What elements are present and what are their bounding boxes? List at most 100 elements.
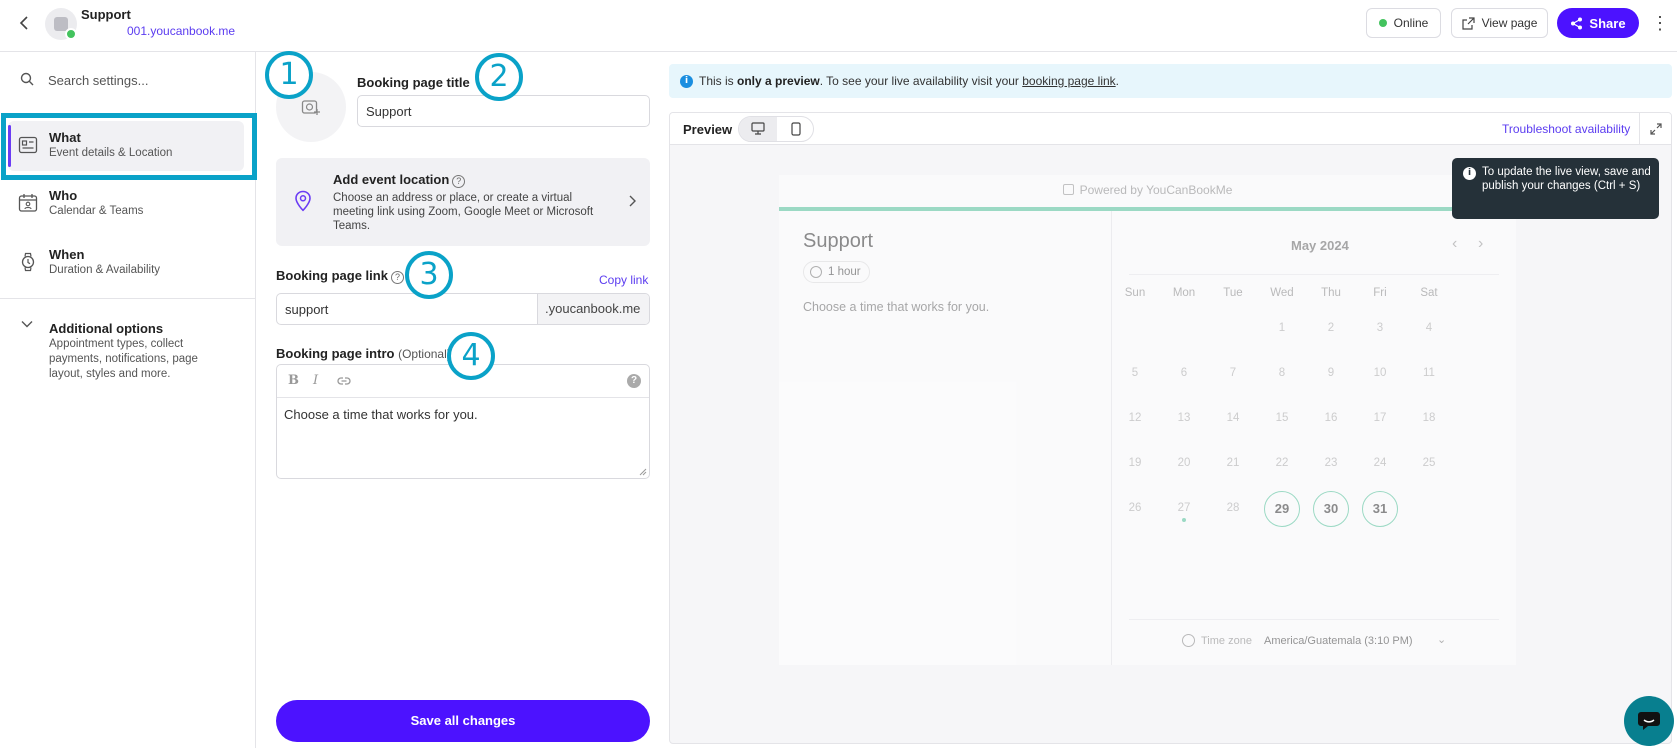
- today-indicator: [1182, 518, 1186, 522]
- calendar-day: 18: [1422, 412, 1436, 424]
- help-icon[interactable]: ?: [452, 175, 466, 188]
- subdomain-link[interactable]: 001.youcanbook.me: [127, 24, 235, 38]
- booking-page-preview: Powered by YouCanBookMe Support 1 hour C…: [779, 175, 1516, 665]
- expand-preview-button[interactable]: [1639, 113, 1671, 145]
- calendar-day: 2: [1327, 322, 1335, 334]
- view-page-button[interactable]: View page: [1451, 8, 1548, 38]
- next-month-icon[interactable]: ›: [1478, 235, 1483, 253]
- sidebar-item-label: What: [49, 130, 81, 145]
- info-icon: i: [680, 75, 693, 88]
- calendar-day: 26: [1128, 502, 1142, 514]
- calendar-day: 10: [1373, 367, 1387, 379]
- card-divider: [1111, 211, 1112, 665]
- callout-3: 3: [405, 251, 453, 299]
- intro-editor: B I ? Choose a time that works for you.: [276, 364, 650, 479]
- timezone-select[interactable]: America/Guatemala (3:10 PM): [1264, 635, 1413, 647]
- save-all-changes-button[interactable]: Save all changes: [276, 700, 650, 742]
- calendar-day: 27: [1177, 502, 1191, 514]
- timezone-label: Time zone: [1201, 635, 1252, 647]
- booking-link-field: .youcanbook.me: [276, 293, 650, 325]
- view-page-label: View page: [1481, 16, 1538, 30]
- chevron-right-icon: [629, 195, 636, 207]
- device-toggle: [738, 116, 814, 142]
- banner-text: This is only a preview. To see your live…: [699, 74, 1119, 88]
- sidebar-item-label: Who: [49, 188, 78, 203]
- mobile-icon: [791, 122, 801, 136]
- help-icon[interactable]: ?: [390, 271, 404, 284]
- preview-label: Preview: [683, 122, 733, 137]
- calendar-day: 21: [1226, 457, 1240, 469]
- watch-icon: [21, 252, 35, 272]
- chat-support-button[interactable]: [1624, 696, 1674, 746]
- preview-intro: Choose a time that works for you.: [803, 300, 990, 314]
- sidebar-item-what[interactable]: What Event details & Location: [8, 121, 244, 171]
- sidebar-item-sub: Calendar & Teams: [49, 205, 144, 217]
- month-label: May 2024: [1291, 238, 1349, 253]
- intro-textarea[interactable]: Choose a time that works for you.: [284, 407, 639, 471]
- calendar-day: 23: [1324, 457, 1338, 469]
- calendar-day: 28: [1226, 502, 1240, 514]
- calendar-day: 20: [1177, 457, 1191, 469]
- more-options-icon[interactable]: ⋮: [1651, 10, 1669, 36]
- sidebar-item-who[interactable]: Who Calendar & Teams: [8, 179, 244, 229]
- calendar-day: 1: [1278, 322, 1286, 334]
- resize-handle-icon[interactable]: [639, 468, 647, 476]
- calendar-day: 7: [1229, 367, 1237, 379]
- sidebar-divider: [0, 298, 256, 299]
- bold-icon[interactable]: B: [288, 373, 299, 388]
- calendar-day-available[interactable]: 31: [1362, 491, 1398, 527]
- avatar: [45, 8, 77, 40]
- desktop-view-button[interactable]: [739, 117, 777, 141]
- link-icon[interactable]: [337, 375, 351, 387]
- globe-icon: [1182, 634, 1195, 647]
- calendar-teams-icon: [18, 194, 38, 212]
- share-label: Share: [1589, 15, 1626, 31]
- location-pin-icon: [295, 190, 311, 212]
- add-image-icon: [301, 100, 320, 115]
- calendar-day: 16: [1324, 412, 1338, 424]
- calendar-day: 4: [1425, 322, 1433, 334]
- weekday-label: Fri: [1373, 287, 1387, 299]
- external-link-icon: [1461, 16, 1475, 30]
- booking-intro-label: Booking page intro (Optional): [276, 346, 451, 361]
- chevron-down-icon[interactable]: [20, 317, 34, 331]
- back-arrow-icon[interactable]: [14, 12, 36, 34]
- desktop-icon: [751, 122, 765, 135]
- callout-1: 1: [265, 51, 313, 99]
- troubleshoot-availability-link[interactable]: Troubleshoot availability: [1502, 122, 1630, 136]
- search-settings-input[interactable]: [48, 69, 238, 91]
- event-details-icon: [18, 136, 38, 154]
- calendar-day-available[interactable]: 29: [1264, 491, 1300, 527]
- online-status-button[interactable]: Online: [1366, 8, 1441, 38]
- calendar-day: 13: [1177, 412, 1191, 424]
- additional-options-desc: Appointment types, collect payments, not…: [49, 338, 198, 380]
- mobile-view-button[interactable]: [777, 117, 813, 141]
- weekday-label: Sat: [1420, 287, 1438, 299]
- editor-help-icon[interactable]: ?: [627, 374, 641, 388]
- calendar-day: 11: [1423, 367, 1435, 379]
- callout-2: 2: [475, 53, 523, 101]
- calendar-day: 5: [1131, 367, 1139, 379]
- add-event-location-card[interactable]: Add event location? Choose an address or…: [276, 158, 650, 246]
- calendar-day: 19: [1128, 457, 1142, 469]
- share-button[interactable]: Share: [1557, 8, 1639, 38]
- share-icon: [1571, 17, 1583, 29]
- additional-options-toggle[interactable]: Additional options: [49, 321, 163, 336]
- sidebar-item-when[interactable]: When Duration & Availability: [8, 238, 244, 288]
- clock-icon: [810, 266, 822, 278]
- booking-page-link[interactable]: booking page link: [1022, 74, 1115, 88]
- sidebar-item-label: When: [49, 247, 85, 262]
- calendar-day: 6: [1180, 367, 1188, 379]
- calendar-day-available[interactable]: 30: [1313, 491, 1349, 527]
- tooltip-text: To update the live view, save and publis…: [1482, 166, 1651, 192]
- weekday-label: Mon: [1172, 287, 1196, 299]
- app-header: Support 001.youcanbook.me Online View pa…: [0, 0, 1677, 52]
- calendar-day: 9: [1327, 367, 1335, 379]
- calendar-footer-divider: [1129, 619, 1499, 620]
- copy-link-button[interactable]: Copy link: [599, 273, 648, 287]
- italic-icon[interactable]: I: [313, 373, 318, 388]
- calendar-day: 22: [1275, 457, 1289, 469]
- booking-link-input[interactable]: [277, 294, 537, 324]
- calendar-day: 25: [1422, 457, 1436, 469]
- prev-month-icon[interactable]: ‹: [1452, 235, 1457, 253]
